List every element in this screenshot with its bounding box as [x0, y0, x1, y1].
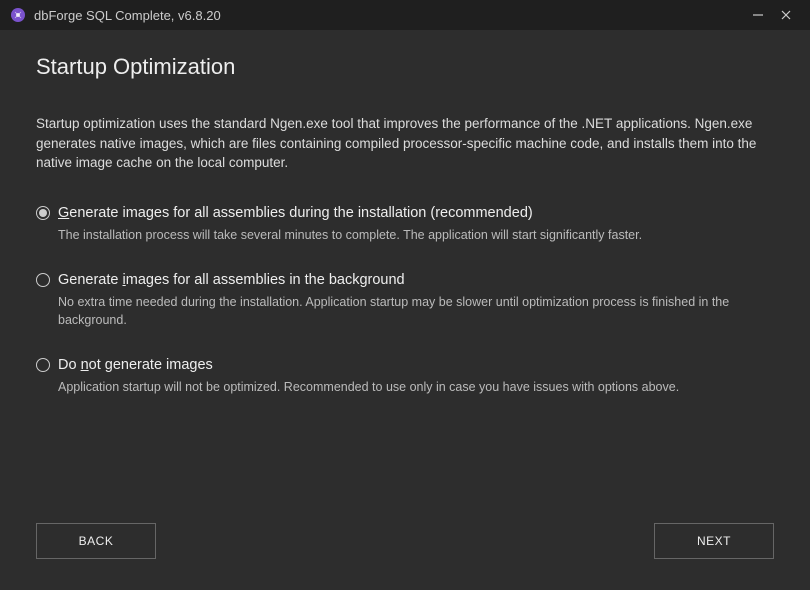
option-label: Generate images for all assemblies durin…: [58, 205, 533, 221]
option-header[interactable]: Generate images for all assemblies in th…: [36, 272, 774, 288]
app-icon: [10, 7, 26, 23]
content-area: Startup Optimization Startup optimizatio…: [0, 30, 810, 397]
option-generate-background[interactable]: Generate images for all assemblies in th…: [36, 272, 774, 329]
next-button[interactable]: NEXT: [654, 523, 774, 559]
option-description: No extra time needed during the installa…: [36, 294, 774, 329]
page-description: Startup optimization uses the standard N…: [36, 114, 774, 173]
back-button[interactable]: BACK: [36, 523, 156, 559]
option-label: Do not generate images: [58, 357, 213, 373]
option-description: The installation process will take sever…: [36, 227, 774, 245]
minimize-button[interactable]: [744, 1, 772, 29]
option-generate-install[interactable]: Generate images for all assemblies durin…: [36, 205, 774, 245]
radio-icon[interactable]: [36, 273, 50, 287]
option-header[interactable]: Generate images for all assemblies durin…: [36, 205, 774, 221]
footer: BACK NEXT: [0, 510, 810, 590]
titlebar: dbForge SQL Complete, v6.8.20: [0, 0, 810, 30]
option-header[interactable]: Do not generate images: [36, 357, 774, 373]
close-button[interactable]: [772, 1, 800, 29]
window-title: dbForge SQL Complete, v6.8.20: [34, 8, 221, 23]
radio-icon[interactable]: [36, 206, 50, 220]
page-title: Startup Optimization: [36, 54, 774, 80]
option-do-not-generate[interactable]: Do not generate images Application start…: [36, 357, 774, 397]
option-description: Application startup will not be optimize…: [36, 379, 774, 397]
radio-icon[interactable]: [36, 358, 50, 372]
option-label: Generate images for all assemblies in th…: [58, 272, 405, 288]
